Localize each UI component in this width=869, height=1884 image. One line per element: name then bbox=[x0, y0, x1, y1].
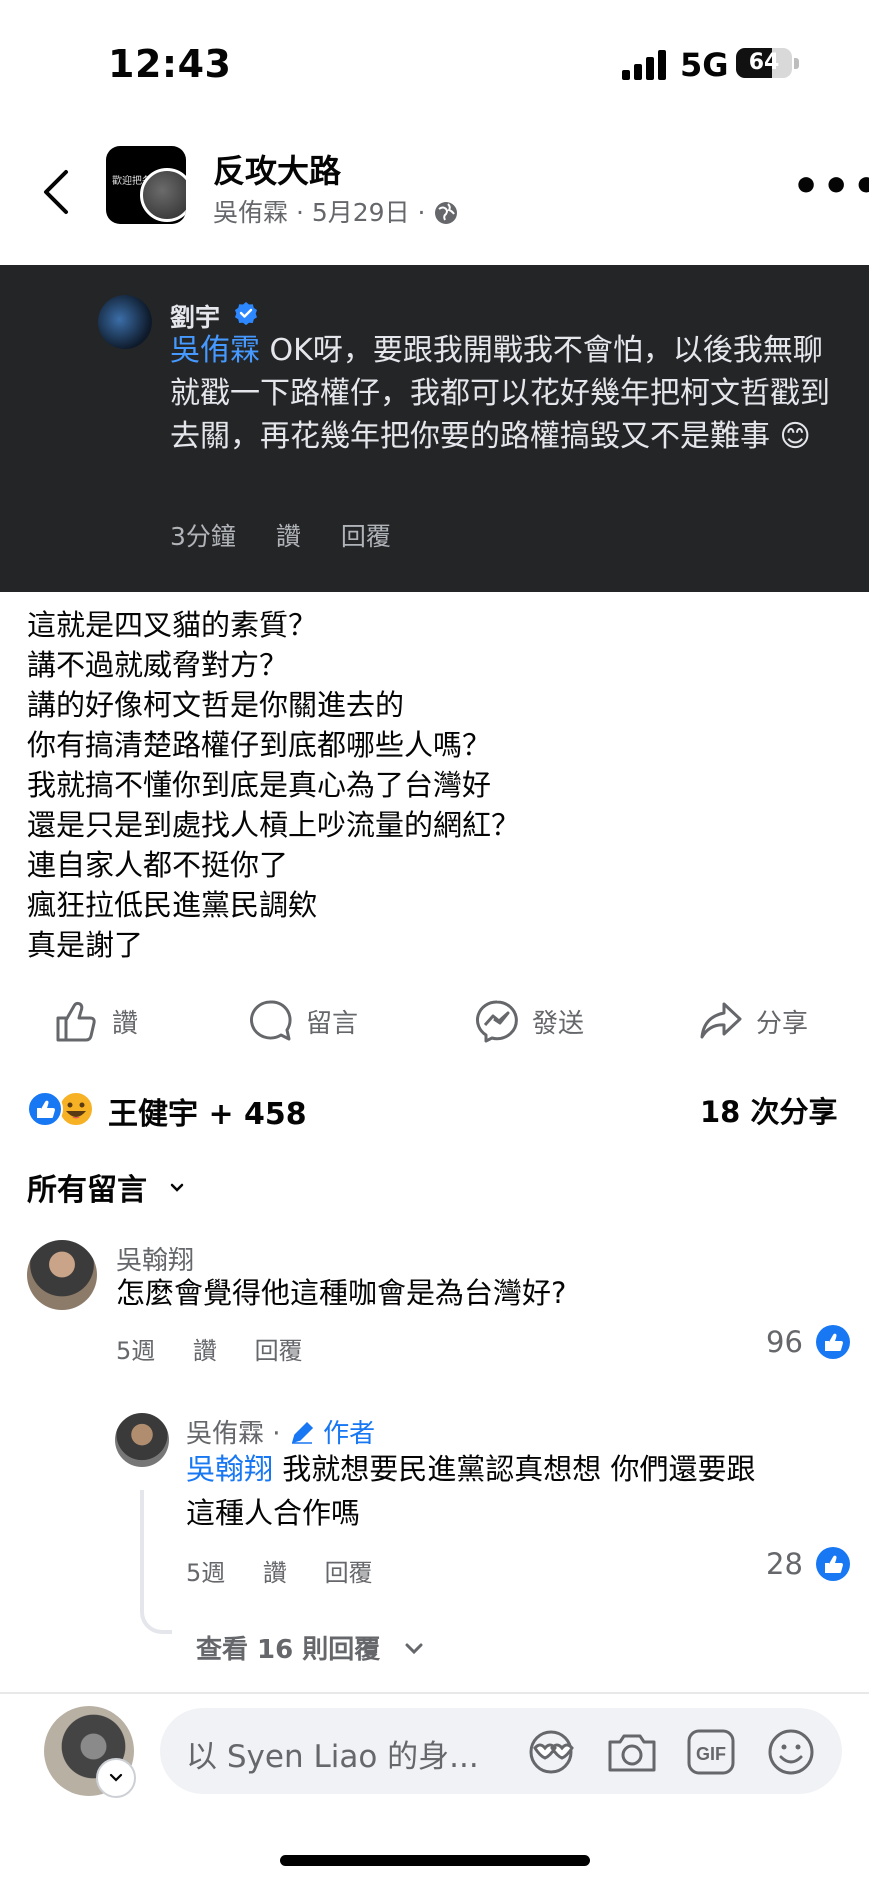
gif-icon[interactable]: GIF bbox=[686, 1728, 736, 1776]
like-button[interactable]: 讚 bbox=[54, 996, 138, 1046]
like-reaction-icon bbox=[816, 1325, 850, 1359]
view-replies-label: 查看 16 則回覆 bbox=[196, 1635, 381, 1665]
reply-author-name[interactable]: 吳侑霖 bbox=[186, 1419, 264, 1449]
reply-header: 吳侑霖 · 作者 bbox=[186, 1413, 375, 1450]
embedded-comment-actions: 3分鐘 讚 回覆 bbox=[170, 517, 423, 553]
post-line: 講不過就威脅對方？ bbox=[27, 648, 289, 682]
comment-text: 怎麼會覺得他這種咖會是為台灣好? bbox=[116, 1276, 567, 1310]
send-button[interactable]: 發送 bbox=[474, 996, 584, 1046]
comments-filter[interactable]: 所有留言 bbox=[27, 1165, 187, 1209]
post-line: 這就是四叉貓的素質？ bbox=[27, 608, 318, 642]
share-arrow-icon bbox=[700, 1002, 742, 1039]
comment-button[interactable]: 留言 bbox=[248, 996, 358, 1046]
signal-icon bbox=[622, 50, 666, 80]
group-name[interactable]: 反攻大路 bbox=[213, 146, 341, 192]
comment-bubble-icon bbox=[250, 1000, 292, 1041]
reaction-names[interactable]: 王健宇 + 458 bbox=[108, 1089, 307, 1133]
thread-line bbox=[140, 1490, 172, 1634]
post-author[interactable]: 吳侑霖 bbox=[213, 198, 288, 227]
more-options-icon[interactable]: ••• bbox=[792, 165, 869, 209]
post-meta: 吳侑霖 · 5月29日 · bbox=[213, 193, 459, 229]
reply-like[interactable]: 讚 bbox=[263, 1559, 287, 1587]
reply-avatar[interactable] bbox=[115, 1413, 169, 1467]
comment-like[interactable]: 讚 bbox=[193, 1337, 217, 1365]
embedded-time: 3分鐘 bbox=[170, 522, 236, 551]
author-badge: 作者 bbox=[323, 1419, 376, 1449]
battery-level: 64 bbox=[748, 50, 780, 75]
reply-like-count: 28 bbox=[766, 1547, 803, 1581]
post-line: 你有搞清楚路權仔到底都哪些人嗎？ bbox=[27, 728, 492, 762]
comments-filter-label: 所有留言 bbox=[27, 1173, 147, 1208]
reply-meta: 5週 讚 回覆 bbox=[186, 1553, 403, 1588]
globe-icon bbox=[435, 202, 458, 224]
chevron-down-icon bbox=[171, 1183, 184, 1192]
battery-icon: 64 bbox=[736, 48, 792, 78]
view-replies-link[interactable]: 查看 16 則回覆 bbox=[196, 1629, 425, 1666]
meta-separator: · bbox=[417, 198, 426, 227]
group-thumbnail[interactable]: 歡迎把各種 bbox=[106, 146, 186, 224]
share-button[interactable]: 分享 bbox=[698, 996, 808, 1046]
reply-mention[interactable]: 吳翰翔 bbox=[186, 1452, 273, 1486]
back-arrow-icon[interactable] bbox=[36, 166, 80, 218]
meta-separator: · bbox=[295, 198, 304, 227]
chevron-down-icon bbox=[109, 1773, 123, 1782]
post-line: 連自家人都不挺你了 bbox=[27, 848, 289, 882]
home-indicator bbox=[280, 1855, 590, 1866]
svg-text:GIF: GIF bbox=[696, 1744, 726, 1764]
verified-badge-icon bbox=[234, 302, 257, 325]
embedded-reply: 回覆 bbox=[340, 522, 391, 551]
comment-like-count: 96 bbox=[766, 1325, 803, 1359]
network-type: 5G bbox=[680, 46, 729, 84]
comment-time: 5週 bbox=[116, 1337, 156, 1365]
post-line: 我就搞不懂你到底是真心為了台灣好 bbox=[27, 768, 492, 802]
reply-reply[interactable]: 回覆 bbox=[325, 1559, 373, 1587]
post-line: 講的好像柯文哲是你關進去的 bbox=[27, 688, 405, 722]
reaction-icons[interactable] bbox=[26, 1090, 98, 1128]
share-count[interactable]: 18 次分享 bbox=[700, 1089, 837, 1131]
status-time: 12:43 bbox=[108, 42, 232, 86]
author-small-avatar bbox=[140, 168, 186, 222]
emoji-icon[interactable] bbox=[766, 1728, 816, 1776]
post-date[interactable]: 5月29日 bbox=[312, 198, 410, 227]
embedded-comment-body: OK呀，要跟我開戰我不會怕，以後我無聊就戳一下路權仔，我都可以花好幾年把柯文哲戳… bbox=[170, 333, 830, 454]
share-label: 分享 bbox=[756, 1008, 809, 1039]
composer-placeholder[interactable]: 以 Syen Liao 的身... bbox=[186, 1731, 479, 1776]
thumbs-up-icon bbox=[56, 1001, 96, 1042]
embedded-comment-text: 吳侑霖 OK呀，要跟我開戰我不會怕，以後我無聊就戳一下路權仔，我都可以花好幾年把… bbox=[170, 329, 850, 458]
like-label: 讚 bbox=[112, 1008, 139, 1039]
comment-reply[interactable]: 回覆 bbox=[255, 1337, 303, 1365]
embedded-like: 讚 bbox=[275, 522, 301, 551]
chevron-down-icon bbox=[405, 1643, 423, 1655]
reply-time: 5週 bbox=[186, 1559, 226, 1587]
avatar-sticker-icon[interactable] bbox=[526, 1728, 576, 1776]
composer-divider bbox=[0, 1692, 869, 1694]
embedded-mention: 吳侑霖 bbox=[170, 333, 260, 368]
reply-separator: · bbox=[272, 1419, 281, 1449]
reply-text: 吳翰翔 我就想要民進黨認真想想 你們還要跟 這種人合作嗎 bbox=[186, 1447, 836, 1535]
profile-switch-button[interactable] bbox=[96, 1758, 136, 1798]
comment-label: 留言 bbox=[306, 1008, 359, 1039]
reply-text-line2: 這種人合作嗎 bbox=[186, 1496, 361, 1530]
reply-text-line1: 我就想要民進黨認真想想 你們還要跟 bbox=[273, 1452, 756, 1486]
post-body: 這就是四叉貓的素質？ 講不過就威脅對方？ 講的好像柯文哲是你關進去的 你有搞清楚… bbox=[27, 605, 847, 965]
commenter-avatar[interactable] bbox=[27, 1240, 97, 1310]
send-label: 發送 bbox=[532, 1008, 585, 1039]
embedded-avatar bbox=[98, 295, 152, 349]
post-line: 還是只是到處找人槓上吵流量的網紅？ bbox=[27, 808, 521, 842]
messenger-icon bbox=[476, 1000, 518, 1043]
battery-tip bbox=[794, 58, 799, 69]
post-line: 真是謝了 bbox=[27, 928, 144, 962]
pencil-icon bbox=[291, 1421, 313, 1444]
like-reaction-icon bbox=[816, 1547, 850, 1581]
post-line: 瘋狂拉低民進黨民調欸 bbox=[27, 888, 318, 922]
camera-icon[interactable] bbox=[606, 1730, 658, 1774]
comment-meta: 5週 讚 回覆 bbox=[116, 1331, 333, 1366]
